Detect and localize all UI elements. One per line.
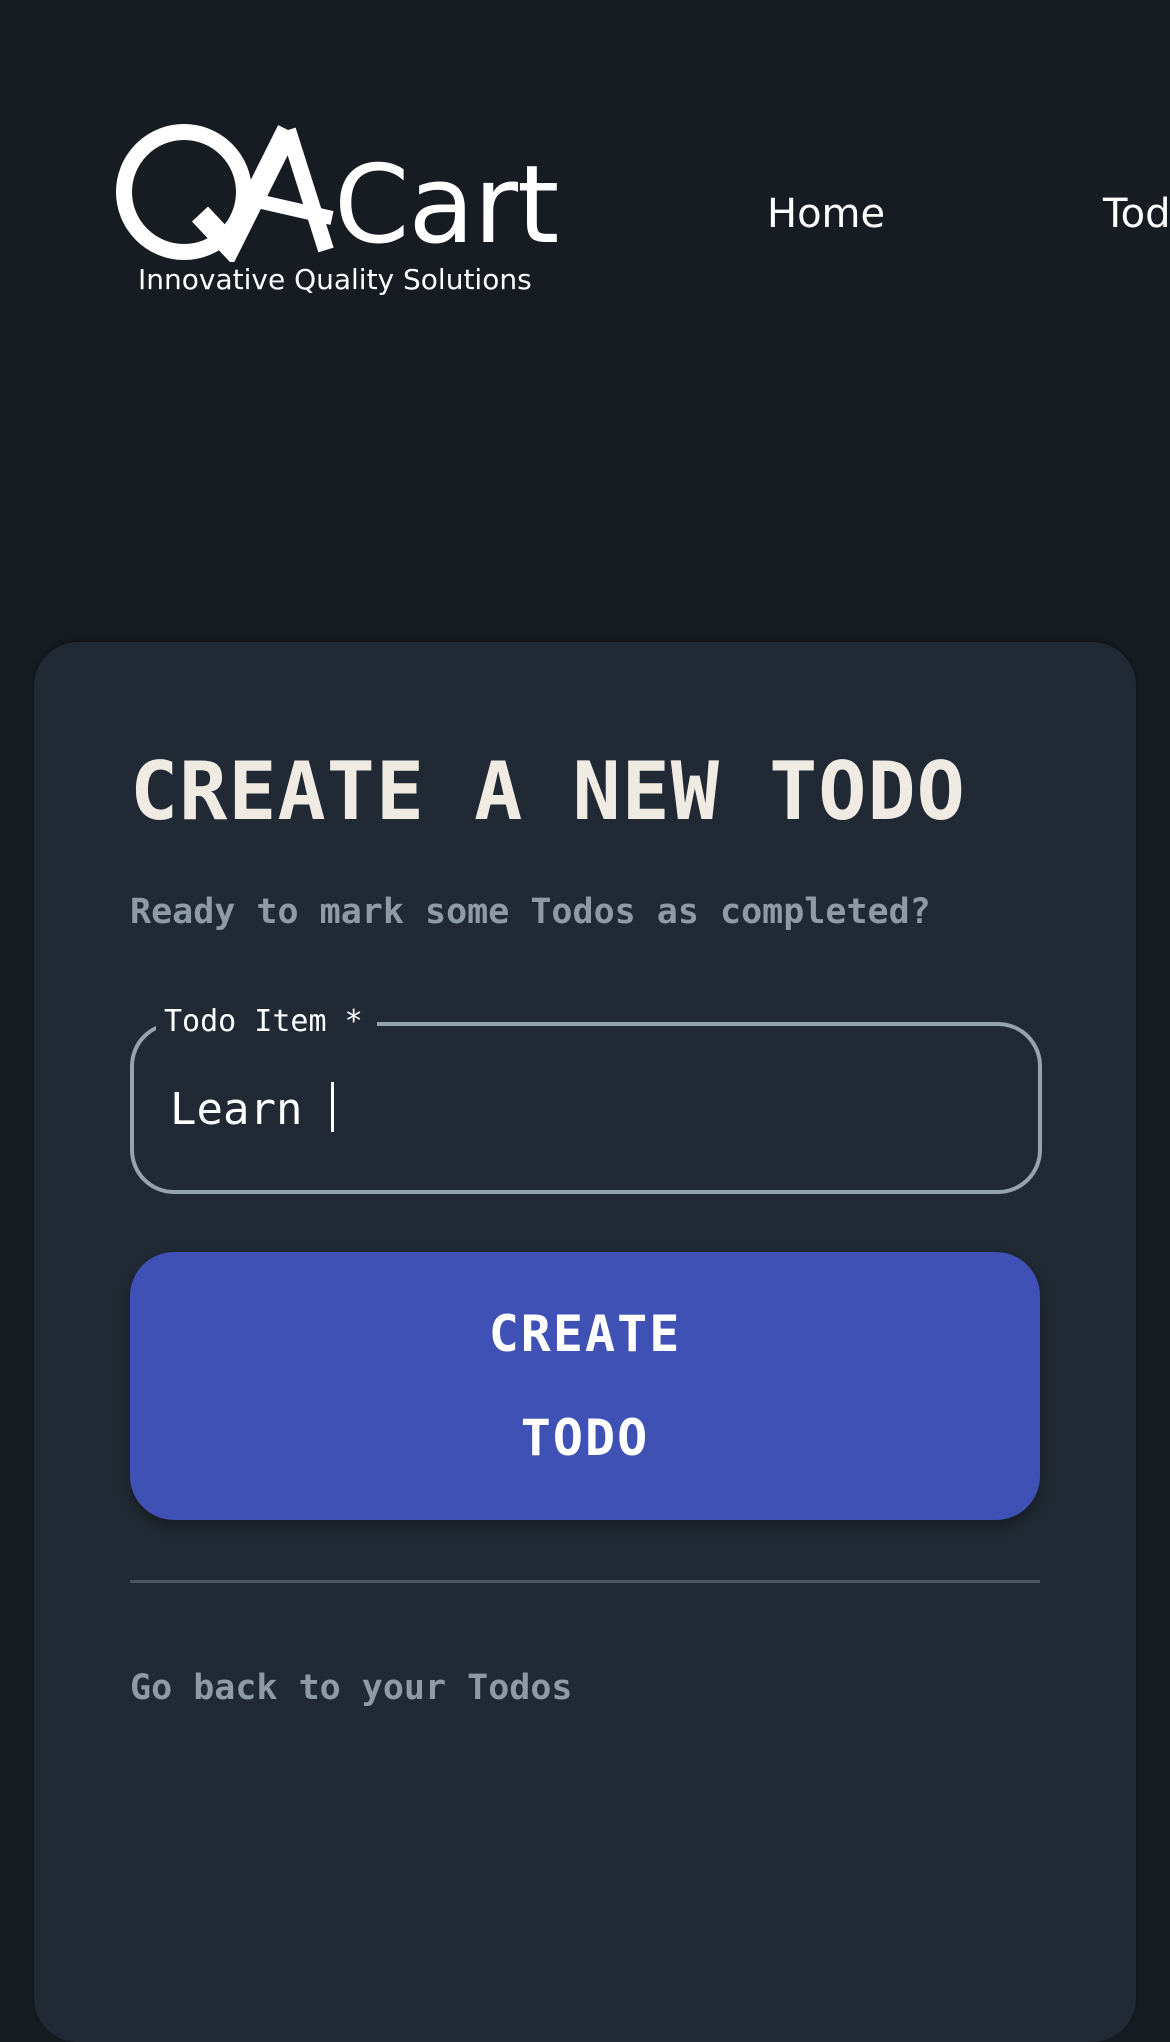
nav-home-link[interactable]: Home <box>767 190 885 238</box>
create-todo-card: CREATE A NEW TODO Ready to mark some Tod… <box>34 642 1136 2042</box>
todo-item-label: Todo Item * <box>156 1002 377 1042</box>
text-caret <box>330 1082 334 1132</box>
todo-item-value: Learn <box>170 1084 329 1135</box>
create-todo-button-label-line1: CREATE <box>488 1305 682 1363</box>
divider <box>130 1580 1040 1583</box>
todo-item-field: Todo Item * Learn <box>130 1002 1042 1194</box>
logo-tagline: Innovative Quality Solutions <box>138 263 532 296</box>
back-to-todos-link[interactable]: Go back to your Todos <box>130 1666 573 1710</box>
site-header: Cart Innovative Quality Solutions Home T… <box>0 0 1170 330</box>
page-subtitle: Ready to mark some Todos as completed? <box>130 892 931 932</box>
nav-todos-link[interactable]: Todos <box>1103 190 1170 238</box>
page-title: CREATE A NEW TODO <box>130 745 966 838</box>
logo-word: Cart <box>334 143 559 268</box>
todo-item-input[interactable]: Learn <box>170 1078 990 1142</box>
logo-mark-icon <box>116 124 334 262</box>
create-todo-button[interactable]: CREATE TODO <box>130 1252 1040 1520</box>
logo[interactable]: Cart Innovative Quality Solutions <box>112 122 572 312</box>
create-todo-button-label-line2: TODO <box>520 1409 650 1467</box>
